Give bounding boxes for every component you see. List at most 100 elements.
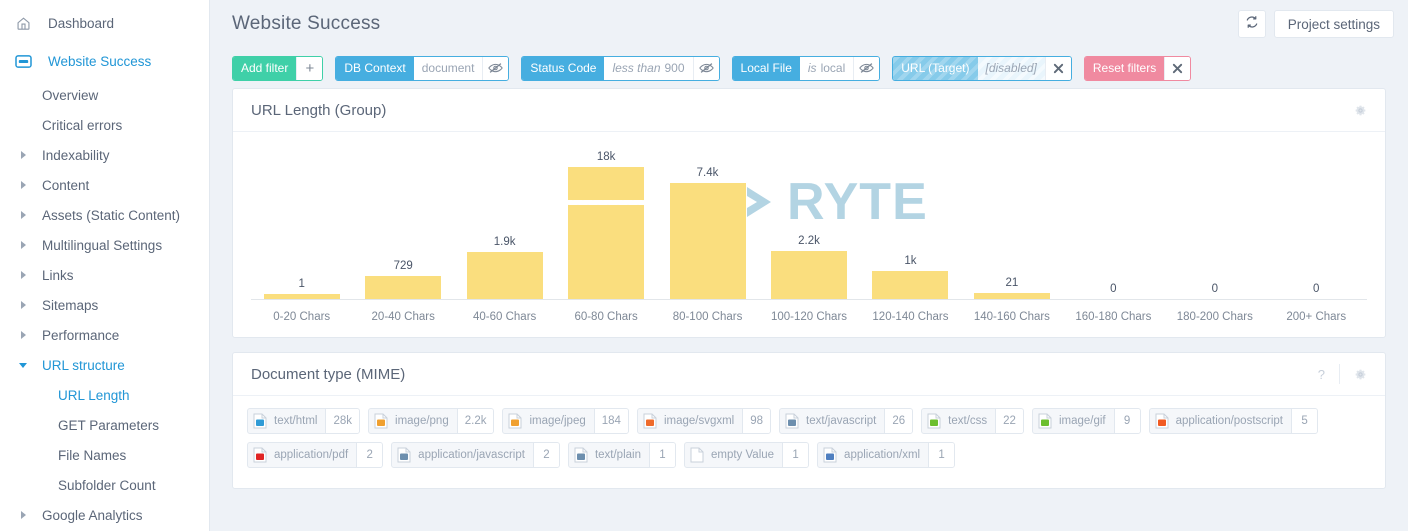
mime-chip[interactable]: text/plain 1 (567, 442, 676, 468)
mime-chip[interactable]: text/javascript 26 (779, 408, 914, 434)
chevron-right-icon[interactable] (10, 151, 36, 159)
chevron-right-icon[interactable] (10, 271, 36, 279)
gear-icon[interactable] (1340, 104, 1367, 117)
sidebar-item-label: Dashboard (48, 15, 115, 31)
bar[interactable] (770, 251, 847, 299)
sidebar-item-url-structure[interactable]: URL structure (0, 350, 209, 380)
bar-column[interactable]: 18k (555, 132, 656, 299)
bar-column[interactable]: 729 (352, 132, 453, 299)
project-settings-button[interactable]: Project settings (1273, 10, 1394, 38)
sidebar-item-file-names[interactable]: File Names (0, 440, 209, 470)
bar[interactable] (365, 276, 442, 299)
filter-value[interactable]: [disabled] (977, 56, 1045, 80)
refresh-button[interactable] (1237, 10, 1266, 38)
mime-chip[interactable]: text/css 22 (921, 408, 1024, 434)
filter-chip-db-context[interactable]: DB Context document (335, 55, 510, 81)
mime-chip[interactable]: empty Value 1 (683, 442, 810, 468)
sidebar-item-overview[interactable]: Overview (0, 80, 209, 110)
filter-chip-local-file[interactable]: Local File is local (731, 55, 881, 81)
sidebar-item-content[interactable]: Content (0, 170, 209, 200)
mime-chip[interactable]: application/javascript 2 (391, 442, 560, 468)
filter-value-text: local (820, 61, 846, 75)
mime-panel-actions: ? (1304, 364, 1367, 384)
plus-icon[interactable]: + (296, 56, 323, 80)
chevron-down-icon[interactable] (10, 362, 36, 368)
filter-key: URL (Target) (893, 56, 978, 80)
mime-chip[interactable]: application/postscript 5 (1148, 408, 1319, 434)
chevron-right-icon[interactable] (10, 241, 36, 249)
filter-value[interactable]: document (413, 56, 483, 80)
sidebar-item-links[interactable]: Links (0, 260, 209, 290)
reset-filters-chip[interactable]: Reset filters (1083, 55, 1192, 81)
x-axis-tick-label: 140-160 Chars (973, 311, 1050, 323)
sidebar-item-sitemaps[interactable]: Sitemaps (0, 290, 209, 320)
gear-icon[interactable] (1340, 368, 1367, 381)
mime-chip[interactable]: text/html 28k (247, 408, 361, 434)
bar-column[interactable]: 21 (961, 132, 1062, 299)
sidebar-item-url-length[interactable]: URL Length (0, 380, 209, 410)
file-xml-icon (818, 447, 842, 463)
mime-chip[interactable]: image/jpeg 184 (502, 408, 629, 434)
add-filter-label: Add filter (233, 56, 297, 80)
bar-column[interactable]: 1k (860, 132, 961, 299)
chevron-right-icon[interactable] (10, 211, 36, 219)
mime-type-label: empty Value (710, 449, 775, 461)
add-filter-chip[interactable]: Add filter + (232, 55, 324, 81)
filter-bar: Add filter + DB Context document Status Code… (210, 48, 1408, 88)
mime-chip[interactable]: image/png 2.2k (368, 408, 495, 434)
chevron-right-icon[interactable] (10, 511, 36, 519)
sidebar-item-website-success[interactable]: Website Success (0, 42, 209, 80)
mime-count-badge: 9 (1113, 409, 1140, 433)
sidebar-item-multilingual-settings[interactable]: Multilingual Settings (0, 230, 209, 260)
question-icon[interactable]: ? (1304, 367, 1339, 382)
url-length-panel-title: URL Length (Group) (251, 101, 387, 119)
close-icon[interactable] (1044, 56, 1071, 80)
bar-column[interactable]: 2.2k (758, 132, 859, 299)
bar[interactable] (263, 294, 340, 299)
close-icon[interactable] (1164, 56, 1191, 80)
bar[interactable] (973, 293, 1050, 299)
chevron-right-icon[interactable] (10, 301, 36, 309)
mime-chip[interactable]: application/xml 1 (817, 442, 956, 468)
sidebar-item-critical-errors[interactable]: Critical errors (0, 110, 209, 140)
eye-slash-icon[interactable] (482, 56, 509, 80)
bar-column[interactable]: 1.9k (454, 132, 555, 299)
sidebar-item-label: File Names (58, 447, 127, 463)
filter-value[interactable]: less than 900 (604, 56, 693, 80)
chevron-right-icon[interactable] (10, 331, 36, 339)
sidebar-item-dashboard[interactable]: Dashboard (0, 4, 209, 42)
bar-column[interactable]: 0 (1164, 132, 1265, 299)
mime-count-badge: 28k (325, 409, 360, 433)
sidebar-item-performance[interactable]: Performance (0, 320, 209, 350)
bar-column[interactable]: 0 (1266, 132, 1367, 299)
chevron-right-icon[interactable] (10, 181, 36, 189)
sidebar-item-assets-static-content[interactable]: Assets (Static Content) (0, 200, 209, 230)
bar[interactable] (872, 271, 949, 299)
mime-chip[interactable]: image/svgxml 98 (636, 408, 772, 434)
filter-value-text: [disabled] (985, 61, 1037, 75)
bar[interactable] (466, 252, 543, 299)
eye-slash-icon[interactable] (692, 56, 719, 80)
bar[interactable] (568, 167, 645, 299)
filter-value[interactable]: is local (799, 56, 854, 80)
bar-column[interactable]: 7.4k (657, 132, 758, 299)
sidebar-item-indexability[interactable]: Indexability (0, 140, 209, 170)
top-bar-actions: Project settings (1237, 10, 1394, 38)
filter-chip-url-target[interactable]: URL (Target) [disabled] (892, 55, 1072, 81)
filter-chip-status-code[interactable]: Status Code less than 900 (521, 55, 720, 81)
x-axis-tick-label: 160-180 Chars (1075, 311, 1152, 323)
mime-chip[interactable]: image/gif 9 (1031, 408, 1141, 434)
file-jpeg-icon (503, 413, 527, 429)
sidebar-item-label: Overview (42, 87, 99, 103)
sidebar-item-google-analytics[interactable]: Google Analytics (0, 500, 209, 530)
bar-column[interactable]: 1 (251, 132, 352, 299)
filter-operator: is (807, 61, 817, 75)
mime-chip[interactable]: application/pdf 2 (247, 442, 384, 468)
filter-value-text: document (421, 61, 475, 75)
bar[interactable] (669, 183, 746, 299)
sidebar-item-get-parameters[interactable]: GET Parameters (0, 410, 209, 440)
sidebar-item-subfolder-count[interactable]: Subfolder Count (0, 470, 209, 500)
eye-slash-icon[interactable] (853, 56, 880, 80)
x-axis-tick-label: 40-60 Chars (472, 311, 537, 323)
bar-column[interactable]: 0 (1063, 132, 1164, 299)
